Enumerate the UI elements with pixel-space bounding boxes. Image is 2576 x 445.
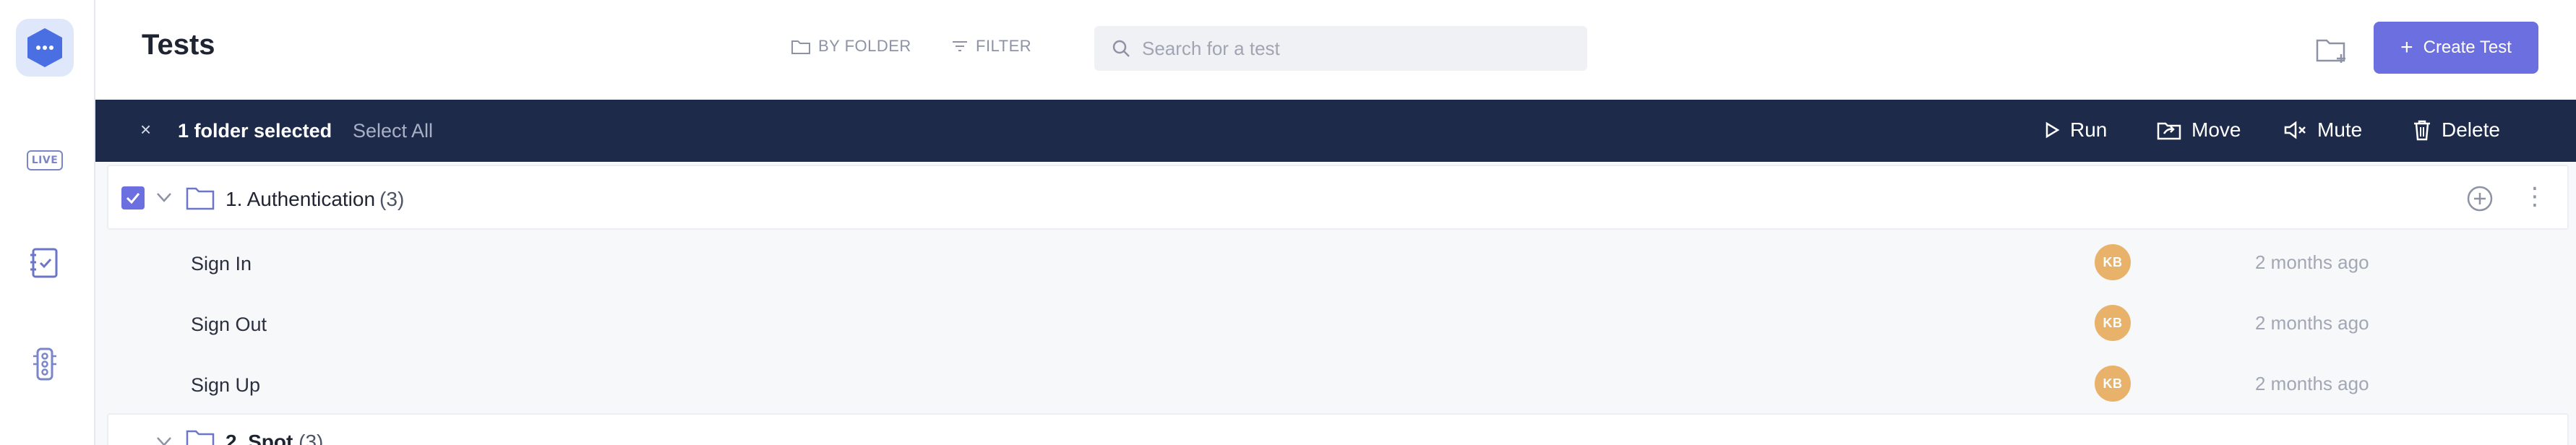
- filter-icon: [953, 41, 967, 51]
- move-label: Move: [2191, 118, 2241, 141]
- table-row[interactable]: Sign In KB 2 months ago: [107, 233, 2569, 293]
- search-input[interactable]: [1142, 37, 1576, 60]
- filter-label: FILTER: [976, 37, 1032, 55]
- run-label: Run: [2070, 118, 2108, 141]
- avatar: KB: [2095, 305, 2131, 341]
- folder-icon: [791, 40, 810, 54]
- run-button[interactable]: Run: [2044, 118, 2107, 142]
- updated-time: 2 months ago: [2255, 251, 2369, 273]
- nav-live[interactable]: LIVE: [26, 142, 64, 179]
- live-icon: LIVE: [26, 150, 64, 170]
- play-icon: [2045, 121, 2060, 139]
- folder-icon: [186, 187, 215, 210]
- plus-icon: +: [2400, 35, 2413, 59]
- folder-count: (3): [379, 188, 405, 210]
- folder-title: 2. Spot: [226, 431, 293, 445]
- selection-count: 1 folder selected: [178, 120, 332, 142]
- by-folder-label: BY FOLDER: [818, 37, 911, 55]
- folder-name[interactable]: 2. Spot (3): [226, 431, 323, 445]
- test-name[interactable]: Sign In: [191, 253, 252, 275]
- avatar: KB: [2095, 244, 2131, 280]
- nav-tests[interactable]: [26, 244, 64, 282]
- new-folder-button[interactable]: [2311, 32, 2352, 68]
- mute-label: Mute: [2317, 118, 2363, 141]
- folder-move-icon: [2157, 122, 2181, 140]
- create-test-button[interactable]: + Create Test: [2374, 22, 2538, 74]
- folder-icon: [186, 430, 215, 445]
- mute-button[interactable]: Mute: [2284, 118, 2362, 142]
- more-vertical-icon[interactable]: ⋮: [2523, 182, 2547, 211]
- test-name[interactable]: Sign Out: [191, 314, 267, 336]
- chevron-down-icon[interactable]: [155, 432, 173, 445]
- app-logo[interactable]: [16, 19, 74, 77]
- folder-count: (3): [299, 431, 324, 445]
- move-button[interactable]: Move: [2157, 118, 2241, 142]
- folder-row[interactable]: 1. Authentication (3) ⋮: [107, 165, 2569, 230]
- page-title: Tests: [142, 29, 215, 61]
- traffic-light-icon: [33, 347, 56, 381]
- checklist-icon: [30, 248, 58, 278]
- search-icon: [1112, 40, 1130, 57]
- folder-name[interactable]: 1. Authentication (3): [226, 188, 404, 211]
- plus-circle-icon[interactable]: [2466, 185, 2494, 212]
- checkmark-icon: [126, 193, 140, 204]
- delete-button[interactable]: Delete: [2413, 118, 2500, 142]
- close-icon[interactable]: ×: [140, 118, 151, 141]
- test-list: 1. Authentication (3) ⋮ Sign In KB 2 mont…: [95, 162, 2576, 445]
- updated-time: 2 months ago: [2255, 373, 2369, 394]
- delete-label: Delete: [2442, 118, 2500, 141]
- test-name[interactable]: Sign Up: [191, 374, 260, 397]
- trash-icon: [2414, 120, 2430, 141]
- folder-plus-icon: [2316, 39, 2345, 63]
- folder-row[interactable]: 2. Spot (3): [107, 413, 2569, 445]
- table-row[interactable]: Sign Out KB 2 months ago: [107, 293, 2569, 354]
- left-rail: LIVE: [0, 0, 95, 445]
- selection-bar: × 1 folder selected Select All Run Move …: [95, 100, 2576, 162]
- avatar: KB: [2095, 366, 2131, 402]
- updated-time: 2 months ago: [2255, 312, 2369, 334]
- chevron-down-icon[interactable]: [155, 188, 173, 207]
- folder-checkbox[interactable]: [121, 186, 145, 209]
- search-box: [1094, 26, 1587, 71]
- create-test-label: Create Test: [2423, 38, 2512, 57]
- nav-traffic[interactable]: [26, 345, 64, 383]
- folder-title: 1. Authentication: [226, 188, 376, 210]
- filter-button[interactable]: FILTER: [951, 37, 1031, 56]
- mute-icon: [2284, 121, 2306, 139]
- by-folder-button[interactable]: BY FOLDER: [791, 37, 911, 56]
- page-header: Tests BY FOLDER FILTER + Create Test: [95, 0, 2576, 100]
- select-all-button[interactable]: Select All: [353, 120, 433, 142]
- hexagon-dots-icon: [27, 28, 62, 67]
- table-row[interactable]: Sign Up KB 2 months ago: [107, 354, 2569, 415]
